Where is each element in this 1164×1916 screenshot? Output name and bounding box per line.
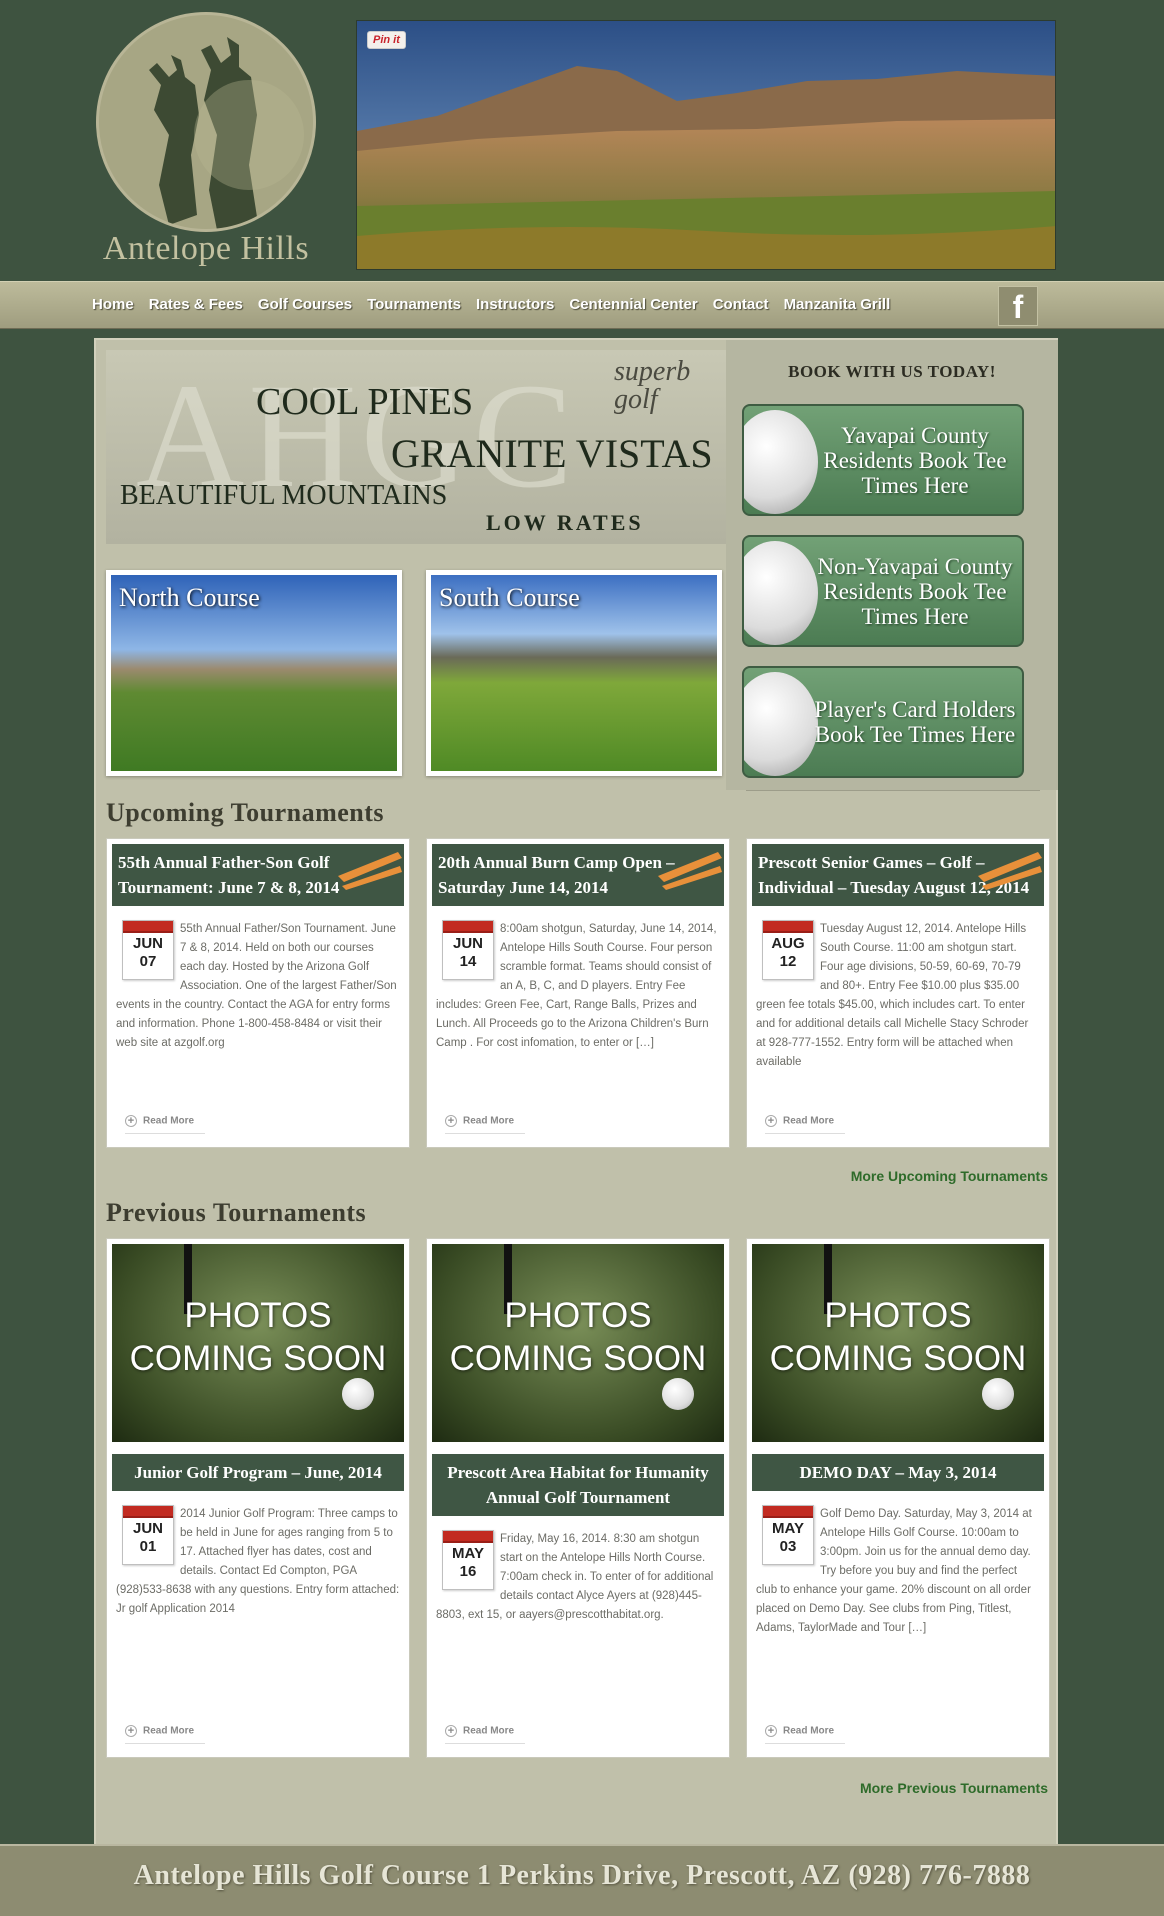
antelope-emblem [96,12,316,232]
golf-tees-icon [658,852,722,890]
nav-centennial-center[interactable]: Centennial Center [569,296,697,313]
tournament-title[interactable]: Prescott Senior Games – Golf – Individua… [752,844,1044,906]
pinit-button[interactable]: Pin it [367,31,406,49]
facebook-icon[interactable]: f [998,286,1038,326]
tournament-card: PHOTOS COMING SOON Prescott Area Habitat … [426,1238,730,1758]
tournament-title[interactable]: DEMO DAY – May 3, 2014 [752,1454,1044,1491]
booking-panel: BOOK WITH US TODAY! Yavapai County Resid… [726,340,1058,790]
banner-line-low-rates: LOW RATES [486,510,644,535]
book-players-card-holders-button[interactable]: Player's Card Holders Book Tee Times Her… [742,666,1024,778]
golf-ball-icon [342,1378,374,1410]
nav-home[interactable]: Home [92,296,134,313]
calendar-icon: MAY 16 [442,1530,494,1590]
nav-tournaments[interactable]: Tournaments [367,296,461,313]
tournament-title[interactable]: 20th Annual Burn Camp Open – Saturday Ju… [432,844,724,906]
golf-tees-icon [338,852,402,890]
tournament-title[interactable]: 55th Annual Father-Son Golf Tournament: … [112,844,404,906]
calendar-icon: AUG 12 [762,920,814,980]
nav-manzanita-grill[interactable]: Manzanita Grill [784,296,891,313]
golf-ball-icon [744,672,818,776]
tournament-title[interactable]: Junior Golf Program – June, 2014 [112,1454,404,1491]
book-non-yavapai-residents-button[interactable]: Non-Yavapai County Residents Book Tee Ti… [742,535,1024,647]
site-logo[interactable]: Antelope Hills [96,12,316,272]
main-navigation: Home Rates & Fees Golf Courses Tournamen… [0,281,1164,329]
logo-text: Antelope Hills [102,230,310,267]
more-upcoming-link[interactable]: More Upcoming Tournaments [851,1168,1048,1184]
golf-ball-icon [982,1378,1014,1410]
calendar-icon: JUN 07 [122,920,174,980]
golf-ball-icon [662,1378,694,1410]
tournament-card: PHOTOS COMING SOON DEMO DAY – May 3, 2014… [746,1238,1050,1758]
hero-landscape-image: Pin it [356,20,1056,270]
south-course-caption: South Course [439,583,580,612]
golf-tees-icon [978,852,1042,890]
read-more-link[interactable]: + Read More [445,1115,525,1134]
south-course-link[interactable]: South Course [426,570,722,776]
main-content: AHGC COOL PINES GRANITE VISTAS BEAUTIFUL… [94,338,1058,1846]
banner-line-cool-pines: COOL PINES [256,381,474,423]
nav-golf-courses[interactable]: Golf Courses [258,296,352,313]
nav-rates-fees[interactable]: Rates & Fees [149,296,243,313]
tournament-card: PHOTOS COMING SOON Junior Golf Program – … [106,1238,410,1758]
previous-heading: Previous Tournaments [106,1198,367,1227]
photos-coming-soon-image: PHOTOS COMING SOON [752,1244,1044,1442]
read-more-link[interactable]: + Read More [445,1725,525,1744]
golf-ball-icon [744,410,818,514]
divider [746,790,1040,791]
photos-coming-soon-image: PHOTOS COMING SOON [112,1244,404,1442]
read-more-link[interactable]: + Read More [125,1115,205,1134]
nav-contact[interactable]: Contact [713,296,769,313]
tournament-card: Prescott Senior Games – Golf – Individua… [746,838,1050,1148]
banner-line-granite-vistas: GRANITE VISTAS [391,431,713,476]
calendar-icon: JUN 14 [442,920,494,980]
nav-instructors[interactable]: Instructors [476,296,554,313]
photos-coming-soon-image: PHOTOS COMING SOON [432,1244,724,1442]
read-more-link[interactable]: + Read More [125,1725,205,1744]
north-course-caption: North Course [119,583,260,612]
banner-line-beautiful-mountains: BEAUTIFUL MOUNTAINS [120,480,448,511]
read-more-link[interactable]: + Read More [765,1725,845,1744]
read-more-link[interactable]: + Read More [765,1115,845,1134]
upcoming-heading: Upcoming Tournaments [106,798,384,827]
site-footer: Antelope Hills Golf Course 1 Perkins Dri… [0,1844,1164,1916]
tournament-card: 55th Annual Father-Son Golf Tournament: … [106,838,410,1148]
banner-tagline: superb golf [614,356,691,415]
book-yavapai-residents-button[interactable]: Yavapai County Residents Book Tee Times … [742,404,1024,516]
more-previous-link[interactable]: More Previous Tournaments [860,1780,1048,1796]
north-course-link[interactable]: North Course [106,570,402,776]
calendar-icon: JUN 01 [122,1505,174,1565]
golf-ball-icon [744,541,818,645]
tournament-card: 20th Annual Burn Camp Open – Saturday Ju… [426,838,730,1148]
promo-banner: AHGC COOL PINES GRANITE VISTAS BEAUTIFUL… [106,350,726,544]
footer-address: Antelope Hills Golf Course 1 Perkins Dri… [133,1860,1031,1891]
booking-heading: BOOK WITH US TODAY! [788,362,996,381]
tournament-title[interactable]: Prescott Area Habitat for Humanity Annua… [432,1454,724,1516]
calendar-icon: MAY 03 [762,1505,814,1565]
